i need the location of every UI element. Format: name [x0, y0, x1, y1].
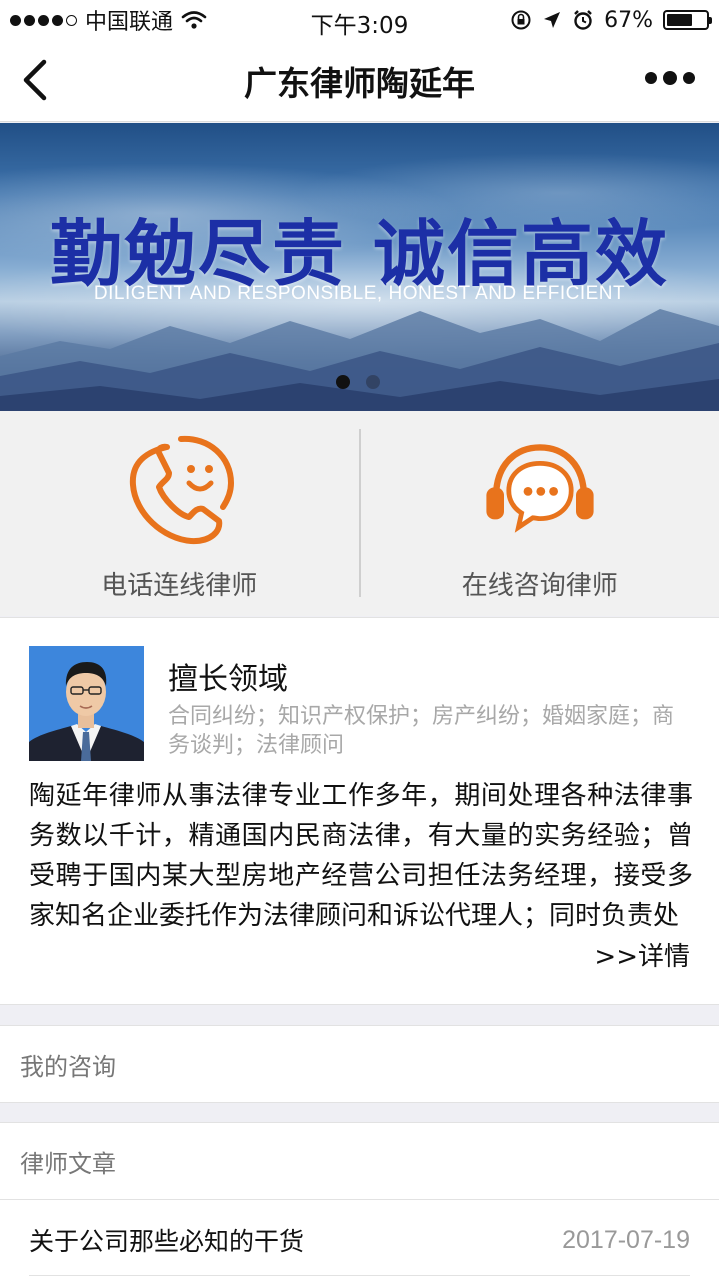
- bio-details-link[interactable]: >>详情: [594, 936, 690, 973]
- my-consultations-row[interactable]: 我的咨询: [0, 1025, 719, 1103]
- online-consult-label: 在线咨询律师: [461, 571, 618, 601]
- article-date: 2017-07-19: [562, 1225, 690, 1254]
- article-list-item[interactable]: 关于公司那些必知的干货 2017-07-19: [0, 1200, 719, 1280]
- phone-consult-label: 电话连线律师: [101, 571, 258, 601]
- expertise-list: 合同纠纷；知识产权保护；房产纠纷；婚姻家庭；商务谈判；法律顾问: [168, 704, 675, 758]
- article-title: 关于公司那些必知的干货: [29, 1227, 305, 1256]
- page-title: 广东律师陶延年: [244, 63, 475, 103]
- carousel-indicator: [336, 375, 380, 389]
- battery-icon: [663, 10, 712, 30]
- rotation-lock-icon: [511, 10, 531, 30]
- phone-smile-icon: [130, 435, 235, 545]
- headset-chat-icon: [486, 444, 594, 533]
- lawyer-profile: 擅长领域 合同纠纷；知识产权保护；房产纠纷；婚姻家庭；商务谈判；法律顾问 陶延年…: [0, 617, 719, 1005]
- phone-consult-button[interactable]: 电话连线律师: [0, 411, 359, 616]
- carrier-name: 中国联通: [85, 10, 174, 35]
- back-chevron-icon[interactable]: [18, 58, 54, 102]
- service-options: 电话连线律师 在线咨询律师: [0, 411, 719, 616]
- alarm-clock-icon: [574, 10, 592, 30]
- online-consult-button[interactable]: 在线咨询律师: [361, 411, 719, 616]
- carousel-dot[interactable]: [366, 375, 380, 389]
- navigation-bar: 广东律师陶延年: [0, 40, 719, 122]
- signal-strength-icon: [10, 14, 77, 26]
- wifi-icon: [181, 11, 207, 29]
- battery-percent: 67%: [604, 7, 653, 33]
- lawyer-bio: 陶延年律师从事法律专业工作多年，期间处理各种法律事务数以千计，精通国内民商法律，…: [29, 781, 693, 931]
- banner-subtitle: DILIGENT AND RESPONSIBLE, HONEST AND EFF…: [93, 283, 626, 304]
- expertise-title: 擅长领域: [168, 662, 288, 697]
- location-arrow-icon: [544, 12, 561, 28]
- lawyer-avatar[interactable]: [29, 646, 144, 761]
- my-consultations-label: 我的咨询: [20, 1052, 116, 1081]
- lawyer-articles-label: 律师文章: [20, 1149, 116, 1178]
- carousel-dot-active[interactable]: [336, 375, 350, 389]
- divider: [29, 1275, 690, 1276]
- lawyer-articles-header[interactable]: 律师文章: [0, 1122, 719, 1200]
- status-bar: 中国联通 下午3:09 67%: [0, 0, 719, 40]
- more-options-icon[interactable]: [645, 71, 695, 85]
- banner-carousel[interactable]: 勤勉尽责 诚信高效 DILIGENT AND RESPONSIBLE, HONE…: [0, 123, 719, 411]
